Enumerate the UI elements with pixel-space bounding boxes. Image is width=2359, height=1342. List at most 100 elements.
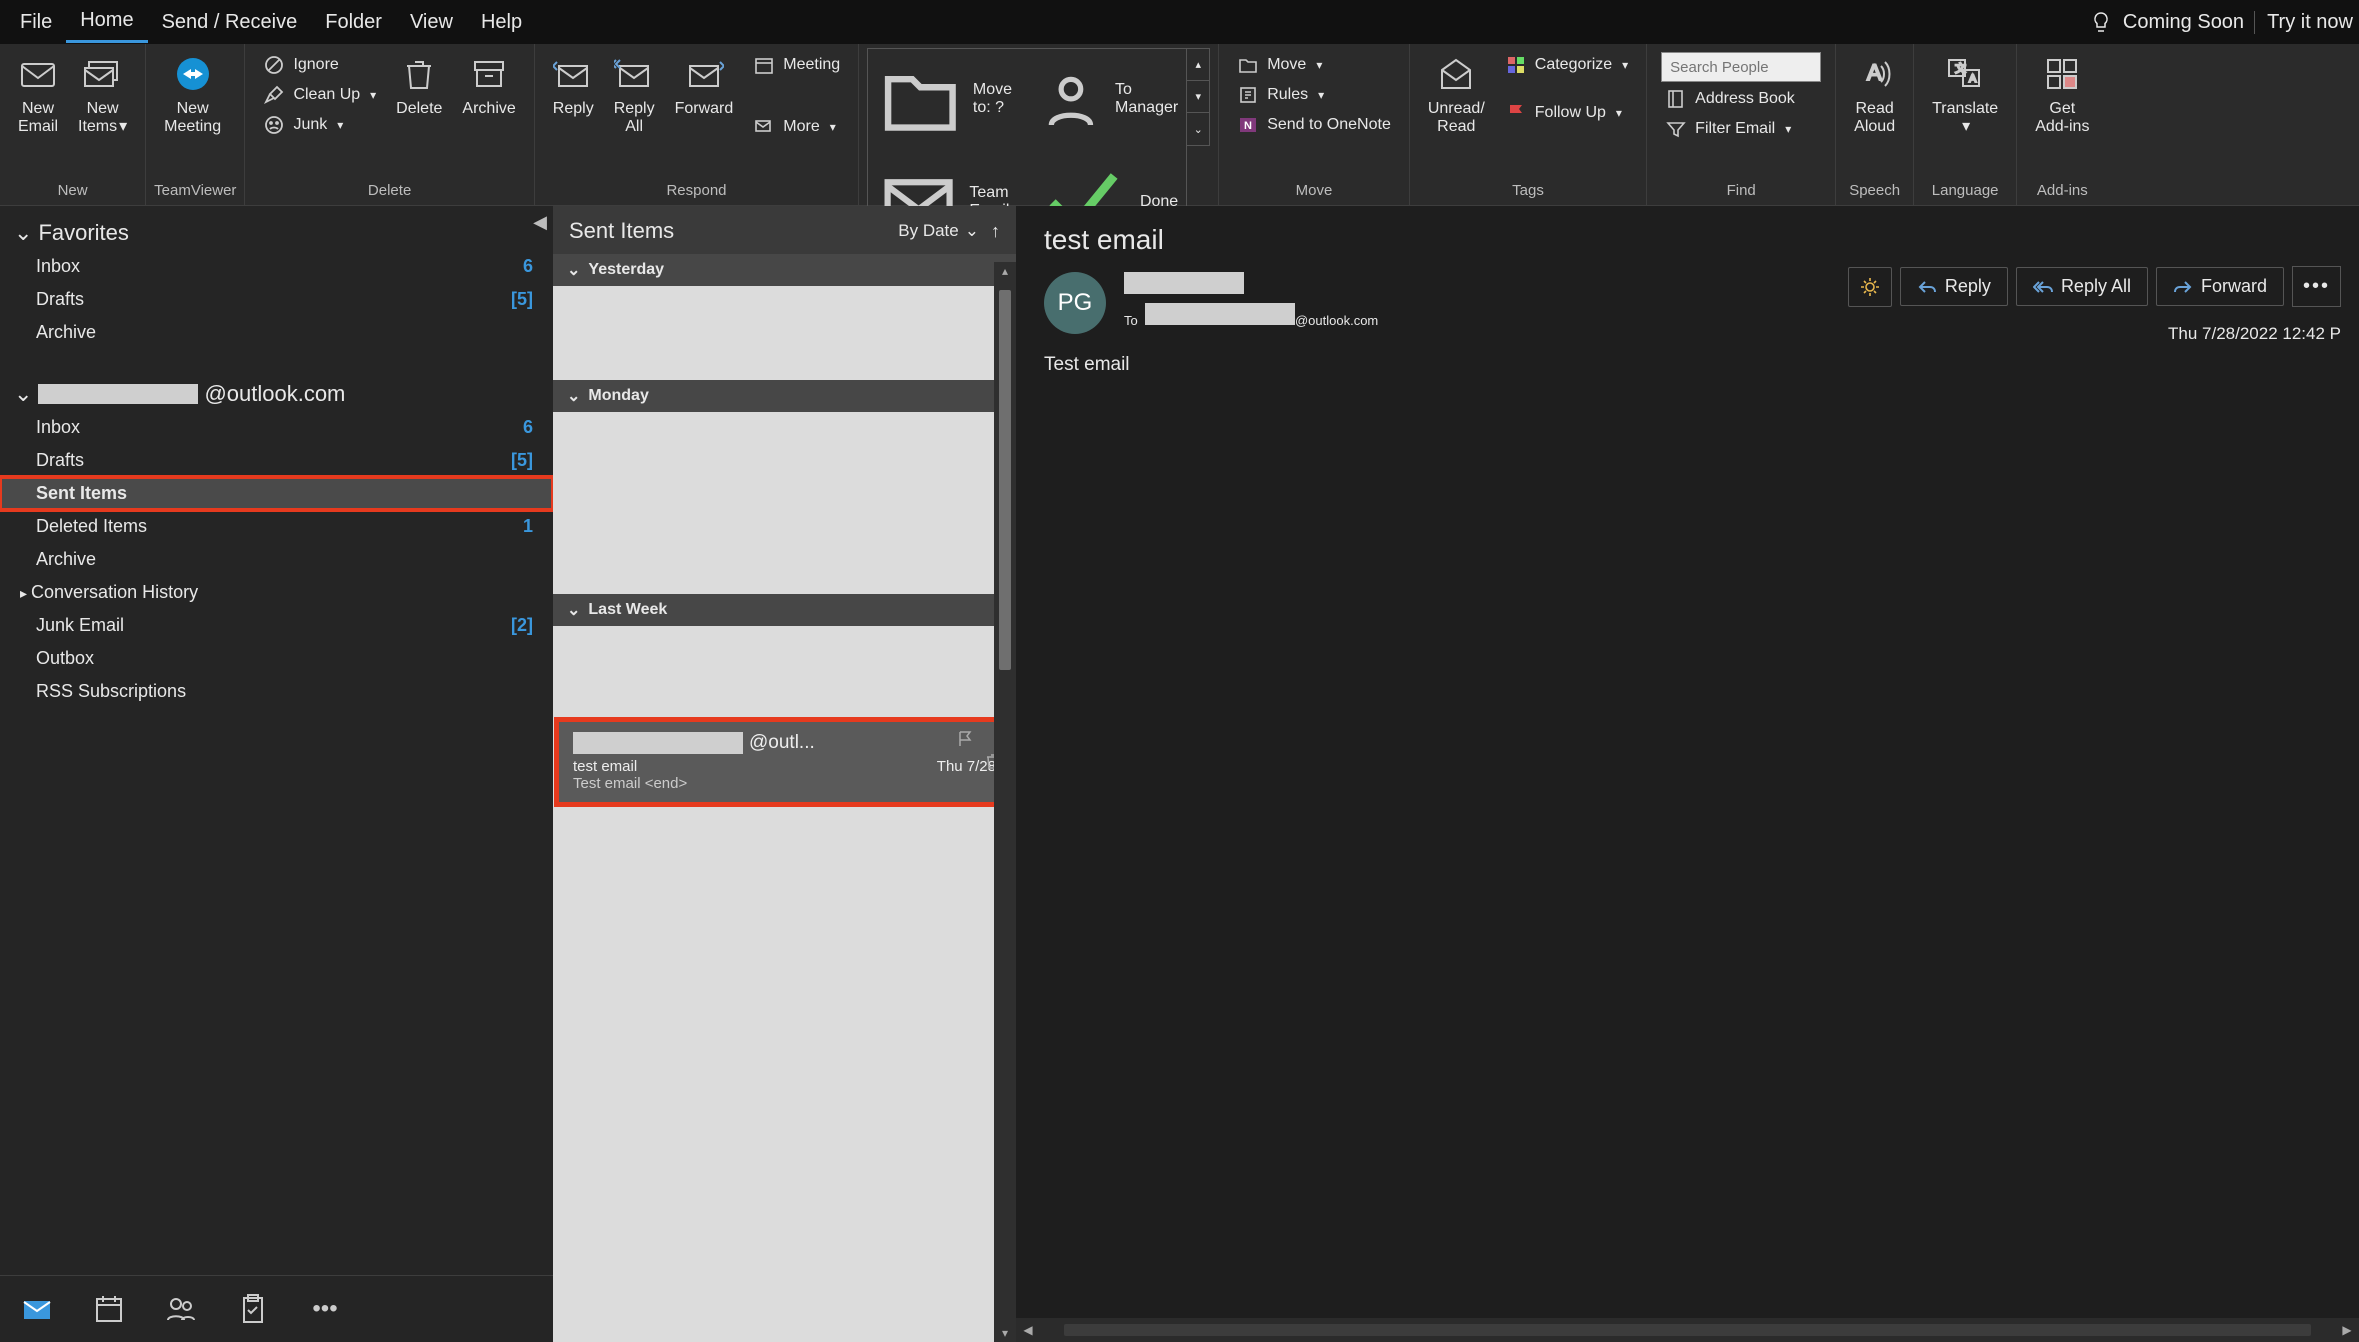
scrollbar-thumb[interactable] — [999, 290, 1011, 670]
folder-sent-items[interactable]: Sent Items — [0, 477, 553, 510]
svg-text:A: A — [1969, 73, 1977, 85]
menu-view[interactable]: View — [396, 3, 467, 42]
book-icon — [1665, 88, 1687, 110]
categorize-button[interactable]: Categorize▾ — [1501, 52, 1632, 78]
read-aloud-button[interactable]: ARead Aloud — [1844, 48, 1905, 142]
meeting-button[interactable]: Meeting — [749, 52, 844, 78]
folder-archive[interactable]: Archive — [0, 543, 553, 576]
message-placeholder[interactable] — [555, 628, 1014, 718]
group-last-week[interactable]: ⌄Last Week — [553, 594, 1016, 626]
sort-button[interactable]: By Date⌄ — [898, 221, 979, 241]
send-to-onenote-button[interactable]: NSend to OneNote — [1233, 112, 1395, 138]
addins-icon — [2042, 54, 2082, 94]
menu-send-receive[interactable]: Send / Receive — [148, 3, 312, 42]
favorites-header[interactable]: ⌄Favorites — [14, 220, 539, 246]
folder-conversation-history[interactable]: ▸Conversation History — [0, 576, 553, 609]
qs-move-to[interactable]: Move to: ? — [872, 51, 1023, 148]
menu-home[interactable]: Home — [66, 1, 147, 43]
calendar-nav-button[interactable] — [92, 1292, 126, 1326]
reply-all-button[interactable]: Reply All — [604, 48, 665, 142]
reply-all-arrow-icon — [2033, 277, 2053, 297]
account-header[interactable]: ⌄@outlook.com — [14, 381, 539, 407]
menu-help[interactable]: Help — [467, 3, 536, 42]
ribbon-group-label: Speech — [1844, 178, 1905, 205]
unread-read-button[interactable]: Unread/ Read — [1418, 48, 1495, 142]
email-date: Thu 7/28/2022 12:42 P — [2168, 324, 2341, 344]
reply-all-button-pane[interactable]: Reply All — [2016, 267, 2148, 306]
reply-button-pane[interactable]: Reply — [1900, 267, 2008, 306]
folder-drafts[interactable]: Drafts[5] — [0, 444, 553, 477]
mail-open-icon — [1436, 54, 1476, 94]
ribbon-group-label: Tags — [1418, 178, 1638, 205]
forward-button-pane[interactable]: Forward — [2156, 267, 2284, 306]
message-item-selected[interactable]: @outl... test emailThu 7/28 Test email <… — [559, 722, 1010, 802]
message-placeholder[interactable] — [555, 414, 1014, 592]
move-button[interactable]: Move▾ — [1233, 52, 1395, 78]
toggle-theme-button[interactable] — [1848, 267, 1892, 307]
svg-text:A: A — [1867, 60, 1882, 85]
coming-soon-label: Coming Soon — [2123, 11, 2244, 34]
folder-outbox[interactable]: Outbox — [0, 642, 553, 675]
reply-all-icon — [614, 54, 654, 94]
folder-inbox[interactable]: Inbox6 — [0, 411, 553, 444]
junk-icon — [263, 114, 285, 136]
filter-email-button[interactable]: Filter Email▾ — [1661, 116, 1821, 142]
qs-scroll-down[interactable]: ▾ — [1187, 81, 1209, 113]
archive-button[interactable]: Archive — [452, 48, 525, 124]
tasks-nav-button[interactable] — [236, 1292, 270, 1326]
get-addins-button[interactable]: Get Add-ins — [2025, 48, 2099, 142]
rules-button[interactable]: Rules▾ — [1233, 82, 1395, 108]
reading-pane-hscroll[interactable]: ◀▶ — [1016, 1318, 2359, 1342]
folder-move-icon — [876, 55, 965, 144]
address-book-button[interactable]: Address Book — [1661, 86, 1821, 112]
delete-button[interactable]: Delete — [386, 48, 452, 124]
qs-scroll-up[interactable]: ▴ — [1187, 49, 1209, 81]
more-nav-button[interactable]: ••• — [308, 1292, 342, 1326]
fav-inbox[interactable]: Inbox6 — [0, 250, 553, 283]
more-icon — [753, 116, 775, 138]
menu-folder[interactable]: Folder — [311, 3, 396, 42]
reply-button[interactable]: Reply — [543, 48, 604, 124]
sun-icon — [1859, 276, 1881, 298]
menu-file[interactable]: File — [6, 3, 66, 42]
more-actions-button[interactable]: ••• — [2292, 266, 2341, 307]
try-it-now-button[interactable]: Try it now — [2254, 11, 2353, 34]
people-nav-button[interactable] — [164, 1292, 198, 1326]
flag-icon[interactable] — [956, 730, 974, 748]
rules-icon — [1237, 84, 1259, 106]
redacted-to — [1145, 303, 1295, 325]
redacted-account — [38, 384, 198, 404]
qs-expand[interactable]: ⌄ — [1187, 113, 1209, 145]
redacted-sender — [573, 732, 743, 754]
forward-button[interactable]: Forward — [665, 48, 744, 124]
ignore-icon — [263, 54, 285, 76]
group-yesterday[interactable]: ⌄Yesterday — [553, 254, 1016, 286]
fav-drafts[interactable]: Drafts[5] — [0, 283, 553, 316]
email-body: Test email — [1016, 342, 2359, 388]
folder-rss-subscriptions[interactable]: RSS Subscriptions — [0, 675, 553, 708]
translate-button[interactable]: 文ATranslate▾ — [1922, 48, 2008, 142]
more-respond-button[interactable]: More▾ — [749, 114, 844, 140]
cleanup-button[interactable]: Clean Up▾ — [259, 82, 380, 108]
new-items-button[interactable]: New Items▾ — [68, 48, 137, 142]
mail-nav-button[interactable] — [20, 1292, 54, 1326]
new-email-button[interactable]: New Email — [8, 48, 68, 142]
junk-button[interactable]: Junk▾ — [259, 112, 380, 138]
search-people-input[interactable] — [1661, 52, 1821, 82]
folder-deleted-items[interactable]: Deleted Items1 — [0, 510, 553, 543]
folder-junk-email[interactable]: Junk Email[2] — [0, 609, 553, 642]
message-list-scrollbar[interactable]: ▴ ▾ — [994, 262, 1016, 1342]
new-meeting-button[interactable]: New Meeting — [154, 48, 231, 142]
ribbon-group-label: New — [8, 178, 137, 205]
ribbon-group-addins: Get Add-ins Add-ins — [2017, 44, 2107, 205]
follow-up-button[interactable]: Follow Up▾ — [1501, 100, 1632, 126]
sort-direction-button[interactable]: ↑ — [991, 221, 1000, 242]
ignore-button[interactable]: Ignore — [259, 52, 380, 78]
group-monday[interactable]: ⌄Monday — [553, 380, 1016, 412]
message-placeholder[interactable] — [555, 288, 1014, 378]
fav-archive[interactable]: Archive — [0, 316, 553, 349]
ribbon-group-delete: Ignore Clean Up▾ Junk▾ Delete Archive De… — [245, 44, 534, 205]
speaker-icon: A — [1855, 54, 1895, 94]
collapse-nav-button[interactable]: ◀ — [533, 212, 547, 233]
qs-to-manager[interactable]: To Manager — [1031, 51, 1182, 148]
